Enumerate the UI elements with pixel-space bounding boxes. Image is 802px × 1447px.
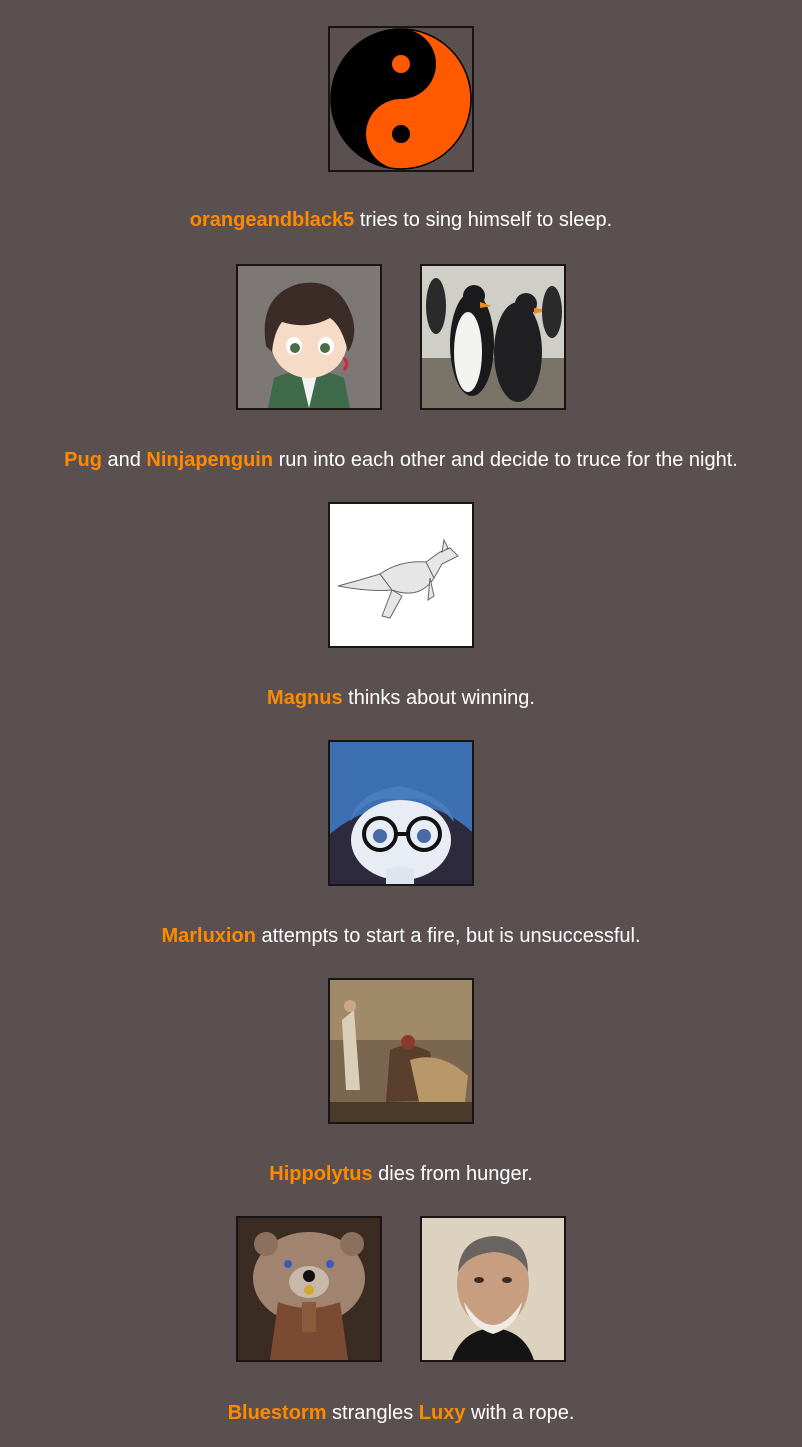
event-1 <box>0 26 802 172</box>
event-4 <box>0 740 802 886</box>
event-text: strangles <box>326 1402 419 1424</box>
event-5-text: Hippolytus dies from hunger. <box>0 1162 802 1186</box>
event-text: attempts to start a fire, but is unsucce… <box>255 925 641 947</box>
event-4-text: Marluxion attempts to start a fire, but … <box>0 924 802 948</box>
penguins-avatar <box>420 264 566 410</box>
event-6 <box>0 1216 802 1362</box>
player-name: Marluxion <box>161 925 256 947</box>
player-name: orangeandblack5 <box>189 209 355 231</box>
player-name: Ninjapenguin <box>146 449 274 471</box>
event-5 <box>0 978 802 1124</box>
anime-boy-avatar <box>236 264 382 410</box>
event-text: tries to sing himself to sleep. <box>354 209 613 231</box>
event-text: dies from hunger. <box>372 1163 533 1185</box>
event-text: with a rope. <box>465 1402 575 1424</box>
bearded-man-avatar <box>420 1216 566 1362</box>
player-name: Pug <box>64 449 102 471</box>
player-name: Bluestorm <box>227 1402 327 1424</box>
event-6-text: Bluestorm strangles Luxy with a rope. <box>0 1401 802 1425</box>
event-text: thinks about winning. <box>342 687 535 709</box>
event-2-text: Pug and Ninjapenguin run into each other… <box>0 448 802 472</box>
player-name: Magnus <box>267 687 343 709</box>
player-name: Luxy <box>418 1402 466 1424</box>
event-3-text: Magnus thinks about winning. <box>0 686 802 710</box>
kangaroo-avatar <box>328 502 474 648</box>
event-2 <box>0 264 802 410</box>
event-1-text: orangeandblack5 tries to sing himself to… <box>0 208 802 232</box>
painting-avatar <box>328 978 474 1124</box>
event-text: and <box>101 449 147 471</box>
yin-yang-icon <box>328 26 474 172</box>
bear-warrior-avatar <box>236 1216 382 1362</box>
player-name: Hippolytus <box>269 1163 373 1185</box>
event-3 <box>0 502 802 648</box>
glasses-boy-avatar <box>328 740 474 886</box>
event-text: run into each other and decide to truce … <box>273 449 738 471</box>
